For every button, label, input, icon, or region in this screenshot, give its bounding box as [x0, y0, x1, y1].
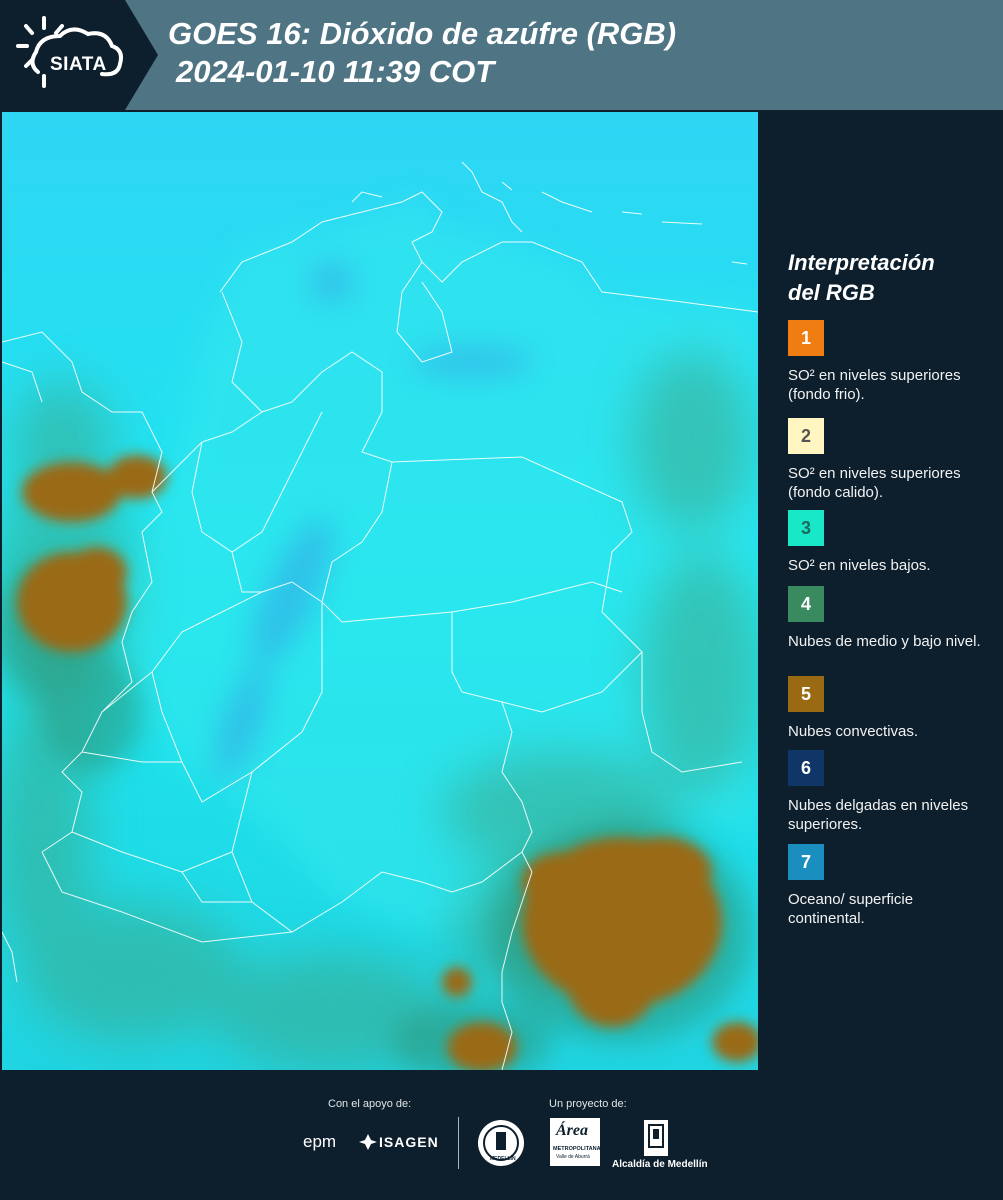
legend-label-4: Nubes de medio y bajo nivel.: [788, 633, 981, 650]
page-timestamp: 2024-01-10 11:39 COT: [176, 54, 495, 89]
legend-label-1: SO² en niveles superiores (fondo frio).: [788, 367, 961, 403]
satellite-map: [2, 112, 758, 1070]
legend-item-2: 2 SO² en niveles superiores (fondo calid…: [788, 418, 993, 510]
siata-wordmark: SIATA: [50, 54, 107, 75]
legend-label-3: SO² en niveles bajos.: [788, 557, 931, 574]
legend-swatch-5: 5: [788, 676, 824, 712]
support-label: Con el apoyo de:: [328, 1098, 412, 1110]
siata-logo: SIATA: [14, 14, 126, 94]
legend-item-3: 3 SO² en niveles bajos.: [788, 510, 993, 575]
alcaldia-logo: Alcaldía de Medellín: [612, 1159, 708, 1170]
legend-title-line2: del RGB: [788, 280, 875, 305]
legend-title-line1: Interpretación: [788, 250, 935, 275]
area-metropolitana-sub2: Valle de Aburrá: [556, 1154, 590, 1160]
legend-swatch-2: 2: [788, 418, 824, 454]
rgb-legend: Interpretación del RGB 1 SO² en niveles …: [788, 248, 993, 927]
legend-item-1: 1 SO² en niveles superiores (fondo frio)…: [788, 320, 993, 404]
legend-label-6: Nubes delgadas en niveles superiores.: [788, 797, 969, 833]
legend-item-7: 7 Oceano/ superficie continental.: [788, 844, 993, 928]
area-metropolitana-logo: Área: [556, 1122, 588, 1139]
legend-swatch-1: 1: [788, 320, 824, 356]
legend-item-6: 6 Nubes delgadas en niveles superiores.: [788, 750, 993, 834]
legend-swatch-6: 6: [788, 750, 824, 786]
goes-so2-rgb-image: [2, 112, 758, 1070]
legend-label-5: Nubes convectivas.: [788, 723, 919, 740]
footer-divider: [458, 1117, 459, 1169]
isagen-logo: ISAGEN: [379, 1134, 439, 1150]
medellin-seal-text: MEDELLÍN: [490, 1156, 516, 1162]
epm-logo: epm: [303, 1132, 337, 1151]
legend-swatch-7: 7: [788, 844, 824, 880]
legend-swatch-4: 4: [788, 586, 824, 622]
legend-item-5: 5 Nubes convectivas.: [788, 676, 993, 741]
legend-label-7: Oceano/ superficie continental.: [788, 891, 914, 927]
area-metropolitana-sub: METROPOLITANA: [553, 1146, 601, 1152]
legend-label-2: SO² en niveles superiores (fondo calido)…: [788, 465, 961, 501]
legend-item-4: 4 Nubes de medio y bajo nivel.: [788, 586, 993, 651]
legend-swatch-3: 3: [788, 510, 824, 546]
isagen-icon: [359, 1134, 377, 1150]
alcaldia-shield-icon: [644, 1120, 668, 1156]
footer: Con el apoyo de: Un proyecto de: epm ISA…: [0, 1072, 1003, 1200]
header: SIATA GOES 16: Dióxido de azúfre (RGB) 2…: [0, 0, 1003, 110]
project-label: Un proyecto de:: [549, 1098, 627, 1110]
page-title: GOES 16: Dióxido de azúfre (RGB): [168, 16, 677, 51]
